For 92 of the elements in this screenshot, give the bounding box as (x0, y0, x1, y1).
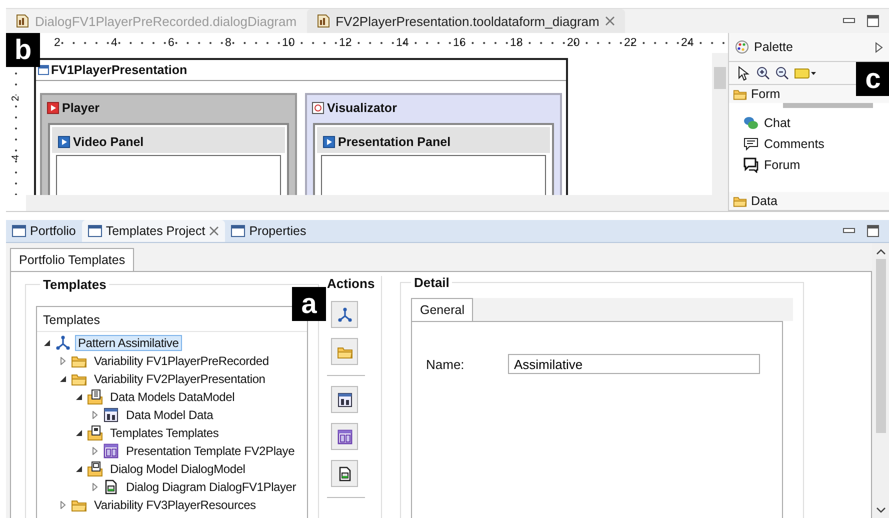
collapsed-arrow-icon[interactable] (59, 501, 67, 509)
collapsed-arrow-icon[interactable] (91, 447, 99, 455)
view-tab[interactable]: Portfolio (6, 220, 82, 242)
panel-title: Presentation Panel (338, 135, 451, 149)
tree-item[interactable]: Variability FV1PlayerPreRecorded (91, 353, 272, 369)
panel-title: Video Panel (73, 135, 144, 149)
editor-tab[interactable]: FV2PlayerPresentation.tooldataform_diagram (306, 9, 626, 33)
palette-item[interactable]: Comments (743, 136, 889, 152)
scroll-down-icon[interactable] (876, 507, 886, 513)
player-icon (47, 102, 59, 114)
expanded-arrow-icon[interactable] (75, 465, 83, 473)
palette-item[interactable]: Forum (743, 157, 889, 173)
view-tab[interactable]: Templates Project (82, 220, 226, 242)
diagram-file-icon (16, 14, 29, 28)
comment-icon (743, 136, 759, 152)
component-container[interactable]: Visualizator Presentation Panel (305, 93, 562, 195)
expanded-arrow-icon[interactable] (59, 375, 67, 383)
panel-icon (58, 136, 70, 148)
vertical-scrollbar[interactable] (872, 243, 889, 518)
field-label: Name: (426, 356, 466, 372)
tree-item[interactable]: Data Models DataModel (107, 389, 238, 405)
container-title: Player (62, 101, 100, 115)
group-title: Actions (327, 276, 376, 291)
palette-icon (735, 40, 749, 54)
palette-drawer[interactable]: Data (729, 192, 889, 211)
close-icon[interactable] (605, 16, 616, 26)
folder-document-icon (87, 389, 103, 405)
callout-label: c (856, 62, 889, 96)
tree-item[interactable]: Pattern Assimilative (75, 335, 182, 351)
zoom-in-icon[interactable] (756, 66, 770, 80)
group-title: Detail (411, 275, 452, 290)
expand-arrow-icon[interactable] (875, 42, 883, 52)
forum-icon (743, 157, 759, 173)
document-icon (103, 479, 119, 495)
collapsed-arrow-icon[interactable] (91, 483, 99, 491)
palette-item[interactable]: Chat (743, 115, 889, 131)
network-icon (336, 306, 352, 322)
tree-item[interactable]: Dialog Model DialogModel (107, 461, 248, 477)
panel-container[interactable]: Video Panel (48, 123, 289, 195)
minimize-icon[interactable] (843, 228, 855, 234)
page-tab[interactable]: Portfolio Templates (10, 248, 134, 271)
columns-icon (103, 443, 119, 459)
folder-document-icon (87, 461, 103, 477)
note-icon[interactable] (794, 67, 816, 79)
columns-icon (336, 428, 352, 444)
view-tab[interactable]: Properties (225, 220, 312, 242)
action-button[interactable] (331, 386, 358, 413)
chat-icon (743, 115, 759, 131)
monitor-icon (312, 102, 324, 114)
horizontal-scrollbar[interactable] (26, 195, 728, 211)
panel-container[interactable]: Presentation Panel (313, 123, 554, 195)
collapsed-arrow-icon[interactable] (91, 411, 99, 419)
folder-icon (733, 194, 747, 208)
panel-icon (323, 136, 335, 148)
document-icon (336, 466, 352, 482)
name-field[interactable]: Assimilative (508, 354, 760, 374)
table-icon (336, 392, 352, 408)
detail-tab[interactable]: General (411, 298, 474, 321)
collapsed-arrow-icon[interactable] (59, 357, 67, 365)
tree-item[interactable]: Presentation Template FV2Playe (123, 443, 298, 459)
tree-item[interactable]: Dialog Diagram DialogFV1Player (123, 479, 300, 495)
minimize-icon[interactable] (843, 18, 855, 24)
tree-item[interactable]: Templates Templates (107, 425, 222, 441)
close-icon[interactable] (209, 226, 220, 236)
network-icon (55, 335, 71, 351)
view-icon (231, 225, 246, 237)
maximize-icon[interactable] (867, 225, 879, 237)
view-icon (88, 225, 102, 237)
tree-item[interactable]: Data Model Data (123, 407, 216, 423)
expanded-arrow-icon[interactable] (75, 393, 83, 401)
tree-item[interactable]: Variability FV3PlayerResources (91, 497, 259, 513)
component-container[interactable]: Player Video Panel (40, 93, 297, 195)
palette-drawer[interactable]: Form (729, 85, 855, 103)
zoom-out-icon[interactable] (775, 66, 789, 80)
tree-item[interactable]: Variability FV2PlayerPresentation (91, 371, 268, 387)
table-icon (103, 407, 119, 423)
maximize-icon[interactable] (867, 15, 879, 27)
group-title: Templates (40, 277, 110, 292)
vertical-scrollbar[interactable] (712, 53, 728, 195)
container-title: FV1PlayerPresentation (51, 63, 188, 77)
folder-template-icon (87, 425, 103, 441)
expanded-arrow-icon[interactable] (43, 339, 51, 347)
expanded-arrow-icon[interactable] (75, 429, 83, 437)
view-icon (12, 225, 26, 237)
action-button[interactable] (331, 460, 358, 487)
diagram-file-icon (316, 14, 330, 28)
palette-title: Palette (754, 40, 794, 54)
folder-icon (733, 87, 747, 101)
form-icon (38, 65, 49, 75)
scroll-up-icon[interactable] (876, 249, 886, 255)
container-title: Visualizator (327, 101, 397, 115)
action-button[interactable] (331, 423, 358, 450)
